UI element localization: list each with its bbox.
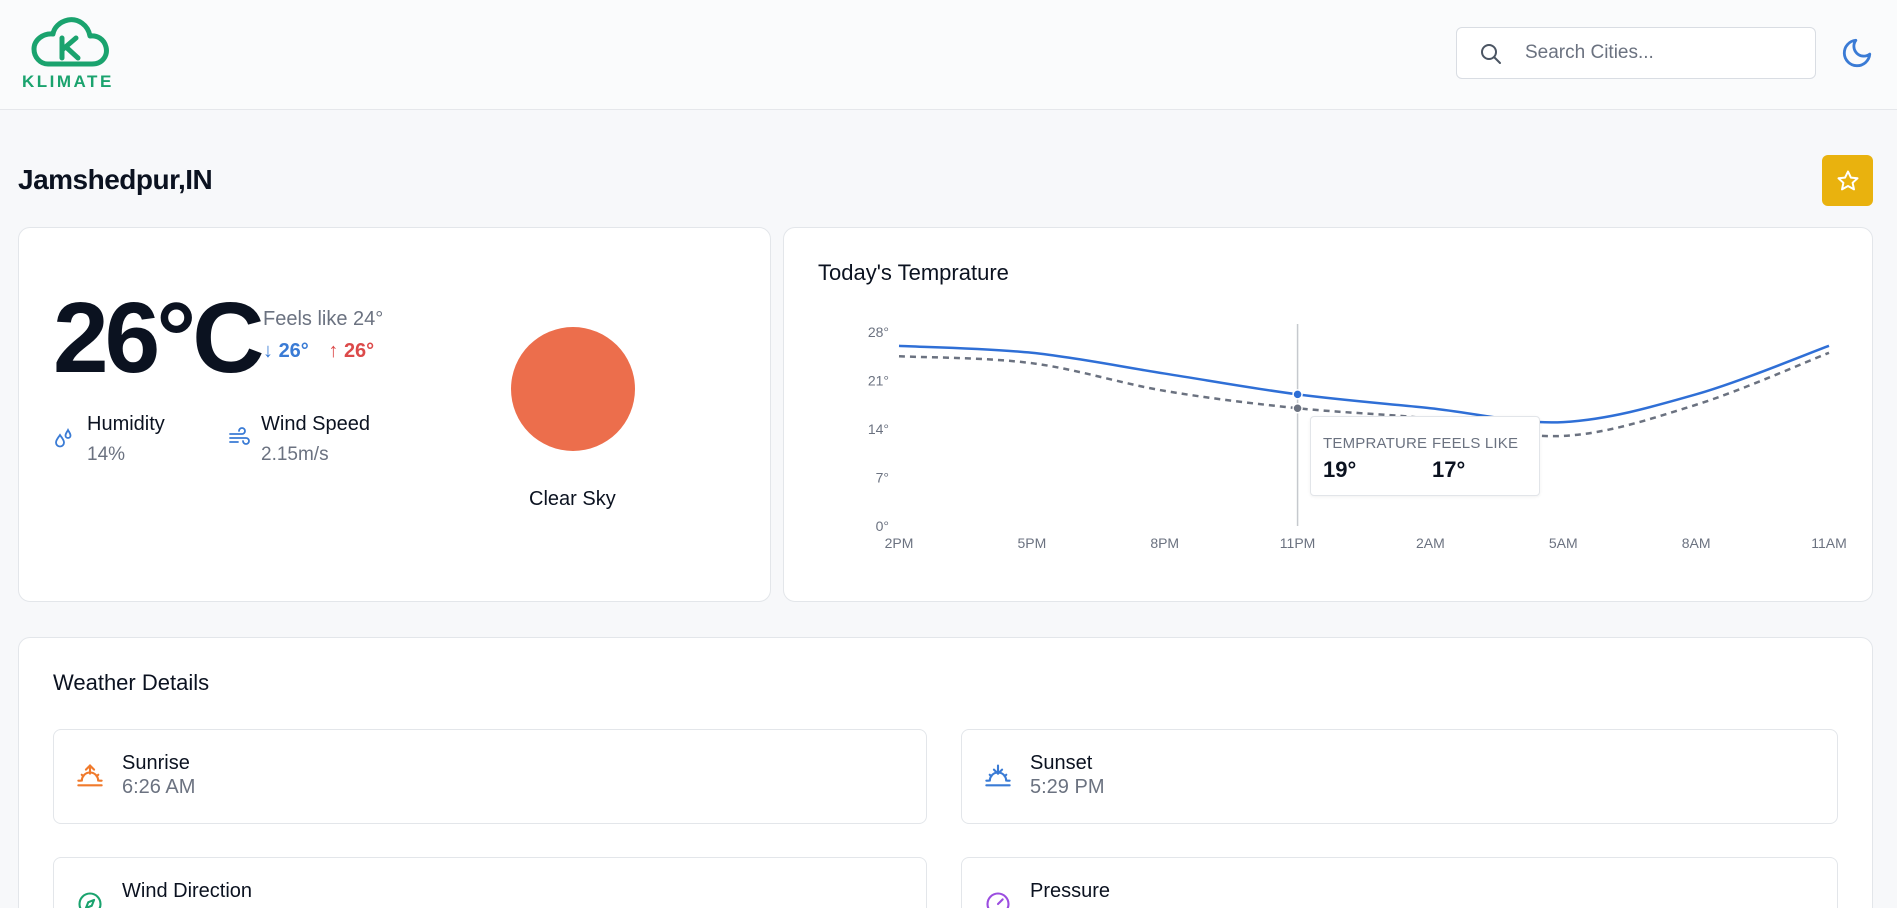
brand-name: KLIMATE — [22, 72, 114, 91]
chart-tooltip: TEMPRATURE 19° FEELS LIKE 17° — [1310, 416, 1540, 496]
feels-like: Feels like 24° — [263, 308, 384, 330]
humidity-label: Humidity — [87, 413, 165, 435]
min-max: ↓ 26° ↑ 26° — [263, 340, 374, 363]
moon-icon[interactable] — [1840, 36, 1874, 70]
x-tick-label: 8PM — [1150, 535, 1179, 551]
hourly-temperature-card: Today's Temprature 0° 7° 14° 21° 28° 2PM 5PM 8P… — [783, 227, 1873, 602]
pressure-label: Pressure — [1030, 880, 1111, 902]
min-temp-value: 26° — [278, 340, 309, 362]
current-temperature: 26°C — [53, 282, 264, 394]
gauge-icon — [986, 892, 1010, 908]
search-input[interactable] — [1525, 28, 1805, 78]
star-icon — [1837, 170, 1859, 191]
wind-value: 2.15m/s — [261, 444, 329, 465]
x-tick-label: 5AM — [1549, 535, 1578, 551]
wind-icon — [229, 427, 250, 445]
x-tick-label: 11AM — [1811, 535, 1847, 551]
sunset-value: 5:29 PM — [1030, 776, 1105, 798]
x-tick-label: 8AM — [1682, 535, 1711, 551]
tooltip-feels-value: 17° — [1432, 457, 1466, 482]
y-tick-label: 28° — [868, 324, 889, 340]
location-title: Jamshedpur,IN — [18, 164, 213, 195]
min-temp: ↓ 26° — [263, 340, 309, 362]
weather-details-card: Weather Details Sunrise 6:26 AM Sunset 5… — [18, 637, 1873, 908]
x-tick-label: 11PM — [1280, 535, 1316, 551]
arrow-up-icon: ↑ — [328, 340, 344, 362]
x-tick-label: 5PM — [1017, 535, 1046, 551]
arrow-down-icon: ↓ — [263, 340, 279, 362]
max-temp: ↑ 26° — [328, 340, 374, 362]
sunrise-value: 6:26 AM — [122, 776, 196, 798]
sunset-icon — [985, 764, 1011, 787]
max-temp-value: 26° — [343, 340, 375, 362]
temp-series-line — [898, 344, 1830, 424]
current-weather-card: 26°C Feels like 24° ↓ 26° ↑ 26° Humidity… — [18, 227, 771, 602]
sunrise-icon — [77, 764, 103, 787]
droplets-icon — [55, 427, 72, 448]
temp-active-point — [1292, 389, 1303, 400]
search-box[interactable] — [1456, 27, 1816, 79]
sunrise-label: Sunrise — [122, 752, 190, 774]
details-title: Weather Details — [53, 670, 210, 695]
x-tick-label: 2AM — [1416, 535, 1445, 551]
search-icon — [1481, 44, 1501, 64]
tooltip-temp-value: 19° — [1323, 457, 1357, 482]
humidity-value: 14% — [87, 444, 126, 465]
sunset-label: Sunset — [1030, 752, 1093, 774]
x-tick-label: 2PM — [885, 535, 914, 551]
detail-pressure: Pressure — [961, 857, 1838, 908]
cloud-logo-icon — [31, 17, 109, 67]
wind-direction-label: Wind Direction — [122, 880, 253, 902]
y-tick-label: 7° — [876, 470, 889, 486]
favorite-button[interactable] — [1822, 155, 1873, 206]
detail-sunset: Sunset 5:29 PM — [961, 729, 1838, 824]
detail-wind-direction: Wind Direction — [53, 857, 927, 908]
y-tick-label: 21° — [868, 373, 889, 389]
header: KLIMATE — [0, 0, 1897, 110]
detail-sunrise: Sunrise 6:26 AM — [53, 729, 927, 824]
tooltip-temp-label: TEMPRATURE — [1323, 435, 1428, 452]
wind-label: Wind Speed — [261, 413, 370, 435]
compass-icon — [78, 892, 102, 908]
tooltip-feels-label: FEELS LIKE — [1432, 435, 1519, 452]
feels_like-active-point — [1292, 402, 1303, 414]
y-tick-label: 0° — [876, 518, 889, 534]
weather-description: Clear Sky — [529, 488, 616, 510]
y-tick-label: 14° — [868, 421, 889, 437]
brand-logo[interactable]: KLIMATE — [22, 14, 114, 94]
sun-icon — [511, 327, 635, 451]
